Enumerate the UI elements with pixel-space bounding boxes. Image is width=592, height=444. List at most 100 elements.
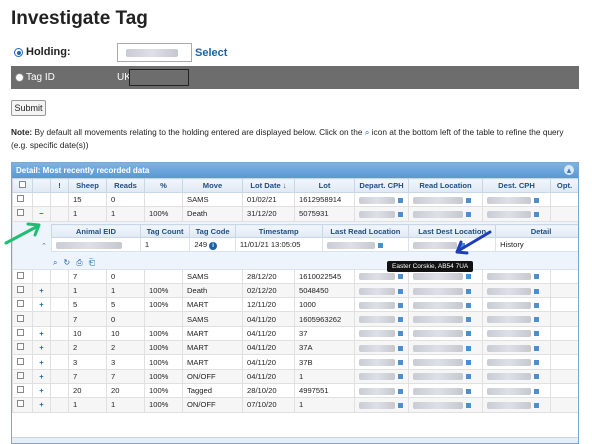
column-header[interactable]: Depart. CPH — [354, 178, 409, 193]
column-header[interactable] — [32, 178, 51, 193]
submit-button[interactable]: Submit — [11, 100, 46, 116]
flag-icon[interactable] — [534, 288, 539, 294]
row-checkbox[interactable] — [17, 357, 24, 365]
row-checkbox[interactable] — [17, 400, 24, 408]
flag-icon[interactable] — [466, 317, 471, 323]
search-icon[interactable]: ⌕ — [53, 258, 63, 267]
options-cell[interactable] — [550, 297, 578, 313]
row-checkbox[interactable] — [17, 286, 24, 294]
flag-icon[interactable] — [466, 360, 471, 366]
table-row[interactable]: +1 1 100% ON/OFF 07/10/20 1 — [12, 397, 578, 413]
flag-icon[interactable] — [466, 331, 471, 337]
column-header[interactable]: Sheep — [68, 178, 107, 193]
flag-icon[interactable] — [398, 288, 403, 294]
tag-id-input[interactable] — [129, 69, 189, 86]
options-cell[interactable] — [550, 282, 578, 299]
table-row[interactable]: +3 3 100% MART 04/11/20 37B — [12, 354, 578, 370]
checkbox-cell[interactable] — [12, 325, 33, 342]
row-checkbox[interactable] — [17, 343, 24, 351]
checkbox-cell[interactable] — [12, 397, 33, 413]
column-header[interactable]: Dest. CPH — [482, 178, 551, 193]
refresh-icon[interactable]: ↻ — [63, 258, 76, 267]
options-cell[interactable] — [550, 397, 578, 413]
flag-icon[interactable] — [534, 211, 539, 217]
row-checkbox[interactable] — [17, 314, 24, 322]
flag-icon[interactable] — [377, 242, 383, 248]
print-icon[interactable]: ⎙ — [76, 258, 88, 267]
checkbox-cell[interactable] — [12, 297, 33, 313]
expand-toggle[interactable]: + — [32, 340, 51, 356]
flag-icon[interactable] — [466, 345, 471, 351]
expand-toggle[interactable]: + — [32, 354, 51, 370]
options-cell[interactable] — [550, 340, 578, 356]
expand-toggle[interactable]: + — [32, 382, 51, 399]
flag-icon[interactable] — [466, 374, 471, 380]
select-link[interactable]: Select — [195, 47, 227, 59]
row-checkbox[interactable] — [17, 328, 24, 336]
table-row[interactable]: 15 0 SAMS 01/02/21 1612958914 — [12, 191, 578, 208]
column-header[interactable]: Lot Date ↓ — [242, 178, 295, 193]
detail-column-header[interactable]: Timestamp — [234, 224, 323, 239]
checkbox-cell[interactable] — [12, 354, 33, 370]
table-row[interactable]: +7 7 100% ON/OFF 04/11/20 1 — [12, 368, 578, 384]
flag-icon[interactable] — [466, 402, 471, 408]
flag-icon[interactable] — [398, 331, 403, 337]
options-cell[interactable] — [550, 382, 578, 399]
options-cell[interactable] — [550, 325, 578, 342]
flag-icon[interactable] — [534, 388, 539, 394]
flag-icon[interactable] — [534, 402, 539, 408]
options-cell[interactable] — [550, 311, 578, 327]
flag-icon[interactable] — [398, 274, 403, 280]
options-cell[interactable] — [550, 206, 578, 222]
column-header[interactable]: ! — [50, 178, 69, 193]
flag-icon[interactable] — [534, 374, 539, 380]
flag-icon[interactable] — [466, 197, 471, 203]
flag-icon[interactable] — [398, 197, 403, 203]
expand-toggle[interactable]: + — [32, 397, 51, 413]
column-header[interactable] — [12, 178, 33, 193]
table-row[interactable]: +1 1 100% Death 02/12/20 5048450 — [12, 282, 578, 299]
flag-icon[interactable] — [534, 302, 539, 308]
checkbox-cell[interactable] — [12, 268, 33, 284]
row-checkbox[interactable] — [17, 300, 24, 308]
collapse-icon[interactable]: ▴ — [564, 165, 574, 175]
flag-icon[interactable] — [534, 331, 539, 337]
flag-icon[interactable] — [398, 345, 403, 351]
column-header[interactable]: Read Location — [408, 178, 483, 193]
detail-row[interactable]: 1 249 i 11/01/21 13:05:05 History — [51, 237, 578, 253]
flag-icon[interactable] — [398, 317, 403, 323]
collapse-toggle[interactable]: − — [32, 206, 51, 222]
flag-icon[interactable] — [466, 274, 471, 280]
detail-column-header[interactable]: Detail — [495, 224, 578, 239]
expand-toggle[interactable]: + — [32, 297, 51, 313]
holding-input[interactable] — [117, 43, 192, 62]
select-all-checkbox[interactable] — [19, 181, 26, 188]
checkbox-cell[interactable] — [12, 382, 33, 399]
table-row[interactable]: 7 0 SAMS 04/11/20 1605963262 — [12, 311, 578, 327]
options-cell[interactable] — [550, 368, 578, 384]
flag-icon[interactable] — [534, 317, 539, 323]
options-cell[interactable] — [550, 268, 578, 284]
detail-column-header[interactable]: Tag Count — [139, 224, 191, 239]
table-row[interactable]: +5 5 100% MART 12/11/20 1000 — [12, 297, 578, 313]
column-header[interactable]: % — [144, 178, 183, 193]
checkbox-cell[interactable] — [12, 206, 33, 222]
flag-icon[interactable] — [466, 302, 471, 308]
checkbox-cell[interactable] — [12, 368, 33, 384]
column-header[interactable]: Opt. — [550, 178, 578, 193]
table-row[interactable]: +2 2 100% MART 04/11/20 37A — [12, 340, 578, 356]
flag-icon[interactable] — [466, 388, 471, 394]
table-row[interactable]: 7 0 SAMS 28/12/20 1610022545 — [12, 268, 578, 284]
flag-icon[interactable] — [466, 288, 471, 294]
flag-icon[interactable] — [534, 345, 539, 351]
row-checkbox[interactable] — [17, 195, 24, 203]
expand-toggle[interactable]: + — [32, 325, 51, 342]
table-row[interactable]: +20 20 100% Tagged 28/10/20 4997551 — [12, 382, 578, 399]
options-cell[interactable] — [550, 354, 578, 370]
detail-column-header[interactable]: Last Dest Location — [408, 224, 497, 239]
column-header[interactable]: Reads — [106, 178, 145, 193]
flag-icon[interactable] — [398, 374, 403, 380]
table-row[interactable]: −1 1 100% Death 31/12/20 5075931 — [12, 206, 578, 222]
flag-icon[interactable] — [534, 274, 539, 280]
column-header[interactable]: Move — [182, 178, 243, 193]
